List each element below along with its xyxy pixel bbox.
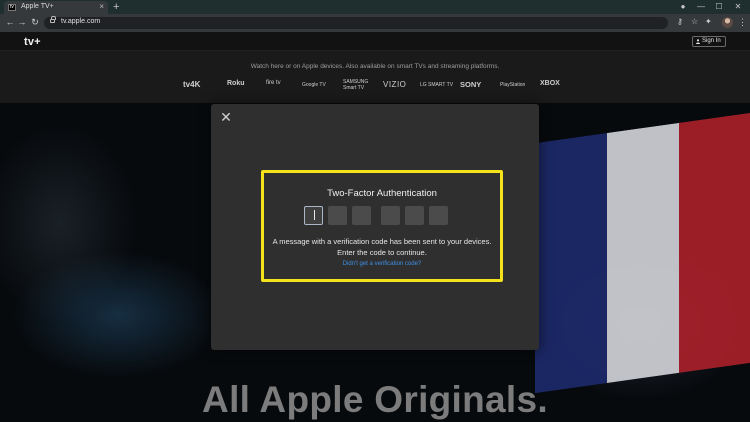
code-digit-2[interactable] xyxy=(328,206,347,225)
person-icon xyxy=(696,39,700,44)
browser-toolbar: ← → ↻ tv.apple.com ⚷ ☆ ✦ ⋮ xyxy=(0,14,750,32)
brand-vizio[interactable]: VIZIO xyxy=(383,80,406,89)
tab-title: Apple TV+ xyxy=(21,3,54,10)
address-bar[interactable]: tv.apple.com xyxy=(44,16,668,29)
brand-lg[interactable]: LG SMART TV xyxy=(420,82,453,88)
reload-icon[interactable]: ↻ xyxy=(29,16,41,28)
tab-strip: tv Apple TV+ × + ● — ☐ ✕ xyxy=(0,0,750,14)
tab-apple-tv[interactable]: tv Apple TV+ × xyxy=(4,1,108,14)
browser-window: tv Apple TV+ × + ● — ☐ ✕ ← → ↻ tv.apple.… xyxy=(0,0,750,422)
apple-tv-plus-logo[interactable]: tv+ xyxy=(24,36,41,48)
avatar[interactable] xyxy=(722,17,733,28)
code-digit-3[interactable] xyxy=(352,206,371,225)
sign-in-label: Sign In xyxy=(702,38,721,44)
code-digit-5[interactable] xyxy=(405,206,424,225)
dialog-title: Two-Factor Authentication xyxy=(327,188,437,199)
brand-sony[interactable]: SONY xyxy=(460,80,481,89)
logo-text: tv+ xyxy=(24,36,41,48)
two-factor-dialog: ✕ Two-Factor Authentication A message wi… xyxy=(211,104,539,350)
close-icon[interactable]: ✕ xyxy=(219,110,233,124)
brand-roku[interactable]: Roku xyxy=(227,80,245,87)
sign-in-button[interactable]: Sign In xyxy=(692,36,726,47)
url-text[interactable]: tv.apple.com xyxy=(61,18,100,25)
brand-fire-tv[interactable]: fire tv xyxy=(266,80,281,86)
brand-xbox[interactable]: XBOX xyxy=(540,80,560,87)
menu-dots-icon[interactable]: ⋮ xyxy=(738,16,747,28)
availability-banner: Watch here or on Apple devices. Also ava… xyxy=(0,51,750,103)
brand-google-tv[interactable]: Google TV xyxy=(302,82,326,88)
brand-playstation[interactable]: PlayStation xyxy=(500,82,525,88)
code-digit-4[interactable] xyxy=(381,206,400,225)
star-icon[interactable]: ☆ xyxy=(691,16,698,28)
forward-arrow-icon[interactable]: → xyxy=(16,16,28,28)
text-caret xyxy=(314,210,315,220)
extensions-icon[interactable]: ✦ xyxy=(705,16,712,28)
brand-samsung[interactable]: SAMSUNG Smart TV xyxy=(343,79,368,91)
maximize-button[interactable]: ☐ xyxy=(710,0,728,14)
hero-title: All Apple Originals. xyxy=(202,379,548,420)
key-icon[interactable]: ⚷ xyxy=(677,16,683,28)
flag-image xyxy=(535,112,750,394)
back-arrow-icon[interactable]: ← xyxy=(4,16,16,28)
close-window-button[interactable]: ✕ xyxy=(729,0,747,14)
code-digit-6[interactable] xyxy=(429,206,448,225)
lock-icon xyxy=(50,16,56,23)
brand-apple-tv-4k[interactable]: tv4K xyxy=(183,80,200,89)
new-tab-button[interactable]: + xyxy=(113,0,119,14)
availability-text: Watch here or on Apple devices. Also ava… xyxy=(250,63,500,70)
minimize-button[interactable]: — xyxy=(692,0,710,14)
apple-tv-favicon-icon: tv xyxy=(8,4,16,11)
tab-close-icon[interactable]: × xyxy=(99,2,104,12)
resend-code-link[interactable]: Didn't get a verification code? xyxy=(264,261,500,267)
app-header: tv+ Sign In xyxy=(0,32,750,51)
highlight-box: Two-Factor Authentication A message with… xyxy=(261,170,503,282)
profile-circle-icon[interactable]: ● xyxy=(674,0,692,14)
verification-message: A message with a verification code has b… xyxy=(272,237,492,257)
